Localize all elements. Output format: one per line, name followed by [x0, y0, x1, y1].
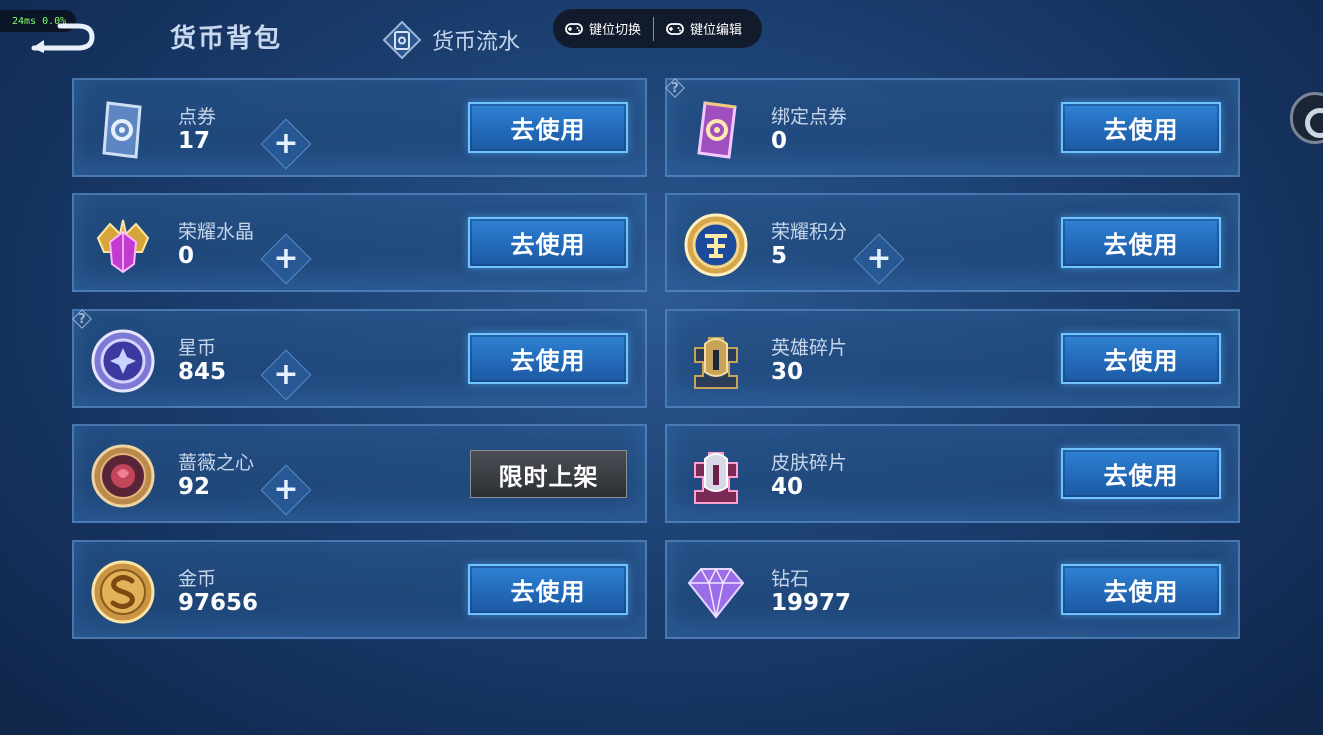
currency-card-bound-coupon: ? 绑定点券 0 去使用 — [665, 78, 1240, 177]
currency-value: 19977 — [771, 590, 852, 616]
currency-value: 40 — [771, 474, 804, 500]
currency-value: 845 — [178, 359, 227, 385]
skin-fragment-icon — [694, 452, 738, 504]
use-button[interactable]: 去使用 — [468, 333, 628, 384]
currency-name: 点券 — [178, 106, 217, 128]
currency-card-gold-coin: 金币 97656 去使用 — [72, 540, 647, 639]
currency-value: 17 — [178, 128, 211, 154]
ticket-purple-icon — [697, 101, 737, 159]
key-edit-label: 键位编辑 — [690, 23, 743, 38]
add-currency-button[interactable]: + — [260, 464, 312, 516]
use-button[interactable]: 去使用 — [468, 102, 628, 153]
currency-value: 97656 — [178, 590, 259, 616]
currency-name: 荣耀积分 — [771, 221, 848, 243]
key-mapping-bar: 键位切换 键位编辑 — [553, 9, 762, 48]
key-edit-button[interactable]: 键位编辑 — [654, 9, 754, 48]
plus-icon: + — [866, 241, 892, 276]
key-switch-button[interactable]: 键位切换 — [553, 9, 653, 48]
currency-value: 0 — [178, 243, 195, 269]
use-button[interactable]: 去使用 — [1061, 217, 1221, 268]
use-button[interactable]: 去使用 — [1061, 333, 1221, 384]
currency-value: 92 — [178, 474, 211, 500]
currency-name: 钻石 — [771, 568, 810, 590]
crystal-icon — [96, 219, 150, 274]
gold-coin-icon — [91, 560, 155, 624]
side-settings-button[interactable] — [1290, 92, 1323, 144]
currency-name: 英雄碎片 — [771, 337, 848, 359]
plus-icon: + — [273, 472, 299, 507]
flow-diamond-icon — [382, 20, 422, 60]
currency-name: 金币 — [178, 568, 217, 590]
currency-card-hero-fragment: 英雄碎片 30 去使用 — [665, 309, 1240, 408]
currency-card-diamond: 钻石 19977 去使用 — [665, 540, 1240, 639]
ticket-blue-icon — [102, 101, 142, 159]
use-button[interactable]: 去使用 — [1061, 448, 1221, 499]
use-button[interactable]: 去使用 — [1061, 102, 1221, 153]
use-button[interactable]: 去使用 — [468, 217, 628, 268]
currency-value: 30 — [771, 359, 804, 385]
add-currency-button[interactable]: + — [853, 233, 905, 285]
currency-name: 星币 — [178, 337, 217, 359]
tab-currency-flow-label: 货币流水 — [432, 30, 521, 55]
plus-icon: + — [273, 241, 299, 276]
help-icon[interactable]: ? — [665, 78, 685, 98]
currency-card-coupon: 点券 17 + 去使用 — [72, 78, 647, 177]
use-button[interactable]: 去使用 — [1061, 564, 1221, 615]
star-coin-icon — [91, 329, 155, 393]
currency-card-glory-points: 荣耀积分 5 + 去使用 — [665, 193, 1240, 292]
currency-card-skin-fragment: 皮肤碎片 40 去使用 — [665, 424, 1240, 523]
currency-name: 荣耀水晶 — [178, 221, 255, 243]
currency-value: 5 — [771, 243, 788, 269]
help-icon[interactable]: ? — [72, 309, 92, 329]
diamond-icon — [687, 567, 745, 619]
add-currency-button[interactable]: + — [260, 233, 312, 285]
currency-name: 绑定点券 — [771, 106, 848, 128]
limited-time-button: 限时上架 — [470, 450, 627, 498]
rose-heart-icon — [91, 444, 155, 508]
currency-name: 蔷薇之心 — [178, 452, 255, 474]
currency-card-glory-crystal: 荣耀水晶 0 + 去使用 — [72, 193, 647, 292]
currency-value: 0 — [771, 128, 788, 154]
hero-fragment-icon — [694, 337, 738, 389]
currency-card-star-coin: ? 星币 845 + 去使用 — [72, 309, 647, 408]
back-arrow-icon[interactable] — [30, 22, 96, 54]
plus-icon: + — [273, 126, 299, 161]
tab-currency-flow[interactable]: 货币流水 — [382, 20, 520, 60]
page-title: 货币背包 — [170, 24, 283, 54]
points-medal-icon — [684, 213, 748, 277]
key-switch-label: 键位切换 — [589, 23, 642, 38]
gamepad-icon — [565, 22, 583, 35]
plus-icon: + — [273, 357, 299, 392]
gamepad-icon — [666, 22, 684, 35]
currency-name: 皮肤碎片 — [771, 452, 848, 474]
add-currency-button[interactable]: + — [260, 349, 312, 401]
use-button[interactable]: 去使用 — [468, 564, 628, 615]
currency-card-rose-heart: 蔷薇之心 92 + 限时上架 — [72, 424, 647, 523]
add-currency-button[interactable]: + — [260, 118, 312, 170]
